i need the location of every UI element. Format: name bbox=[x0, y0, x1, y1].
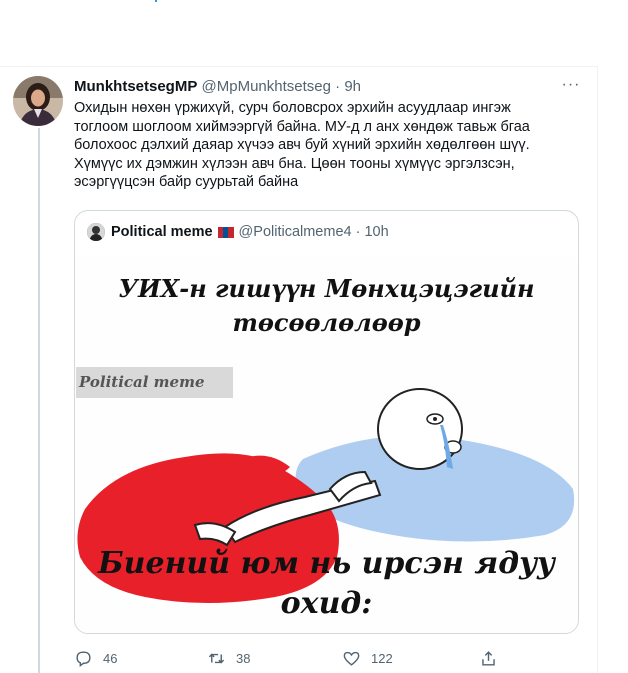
quoted-timestamp[interactable]: 10h bbox=[364, 223, 388, 241]
flag-stripe-right bbox=[228, 226, 234, 238]
share-button[interactable] bbox=[479, 646, 508, 670]
tweet-text-line: тоглоом шоглоом хиймээргүй байна. МУ-д л… bbox=[74, 118, 530, 135]
heart-icon bbox=[343, 651, 360, 666]
tweet-top-divider bbox=[0, 66, 597, 67]
tweet-text-line: эсэргүүцсэн байр суурьтай байна bbox=[74, 174, 299, 190]
separator-dot: · bbox=[335, 78, 341, 95]
retweet-icon bbox=[208, 653, 225, 663]
share-icon bbox=[482, 650, 495, 666]
timeline-right-border bbox=[597, 66, 598, 673]
thread-connector-line bbox=[38, 128, 40, 673]
more-options-icon[interactable]: ··· bbox=[561, 76, 581, 96]
tweet-text-line: Хүмүүс их дэмжин хүлээн авч бна. Цөөн то… bbox=[74, 155, 515, 172]
quoted-tweet-header: Political meme @Politicalmeme4 · 10h bbox=[87, 223, 389, 241]
reply-icon bbox=[76, 650, 91, 667]
tweet-header: MunkhtsetsegMP @MpMunkhtsetseg · 9h bbox=[74, 78, 361, 96]
avatar[interactable] bbox=[13, 76, 63, 126]
top-accent-dot bbox=[155, 0, 157, 2]
tweet-actions-bar: 46 38 122 bbox=[74, 646, 574, 670]
meme-bottom-line-2: охид: bbox=[280, 586, 373, 621]
tweet-text: Охидын нөхөн үржихүй, сурч боловсрох эрх… bbox=[74, 99, 574, 192]
mongolia-flag-icon bbox=[217, 226, 234, 238]
retweet-count: 38 bbox=[236, 650, 251, 666]
reply-button[interactable]: 46 bbox=[74, 646, 117, 670]
tweet-timestamp[interactable]: 9h bbox=[344, 78, 361, 95]
reply-count: 46 bbox=[103, 650, 118, 666]
avatar-photo bbox=[13, 76, 63, 126]
meme-bottom-line-1: Биений юм нь ирсэн ядуу bbox=[98, 546, 555, 581]
author-handle[interactable]: @MpMunkhtsetseg bbox=[202, 78, 331, 95]
separator-dot: · bbox=[355, 224, 361, 240]
quoted-author-name[interactable]: Political meme bbox=[111, 223, 213, 241]
author-name[interactable]: MunkhtsetsegMP bbox=[74, 78, 197, 95]
tweet-text-line: Охидын нөхөн үржихүй, сурч боловсрох эрх… bbox=[74, 100, 511, 116]
quoted-avatar-photo bbox=[87, 223, 105, 241]
tweet-text-line: болохоос дэлхий даяар хүчээ авч буй хүни… bbox=[74, 137, 530, 153]
like-count: 122 bbox=[371, 650, 393, 666]
quoted-avatar[interactable] bbox=[87, 223, 105, 241]
retweet-button[interactable]: 38 bbox=[207, 646, 250, 670]
quoted-author-handle[interactable]: @Politicalmeme4 bbox=[239, 223, 352, 241]
like-button[interactable]: 122 bbox=[342, 646, 393, 670]
meme-image[interactable]: УИХ-н гишүүн Мөнхцэцэгийн төсөөлөлөөр Po… bbox=[75, 257, 578, 633]
quoted-tweet-card[interactable]: Political meme @Politicalmeme4 · 10h УИХ… bbox=[74, 210, 579, 634]
